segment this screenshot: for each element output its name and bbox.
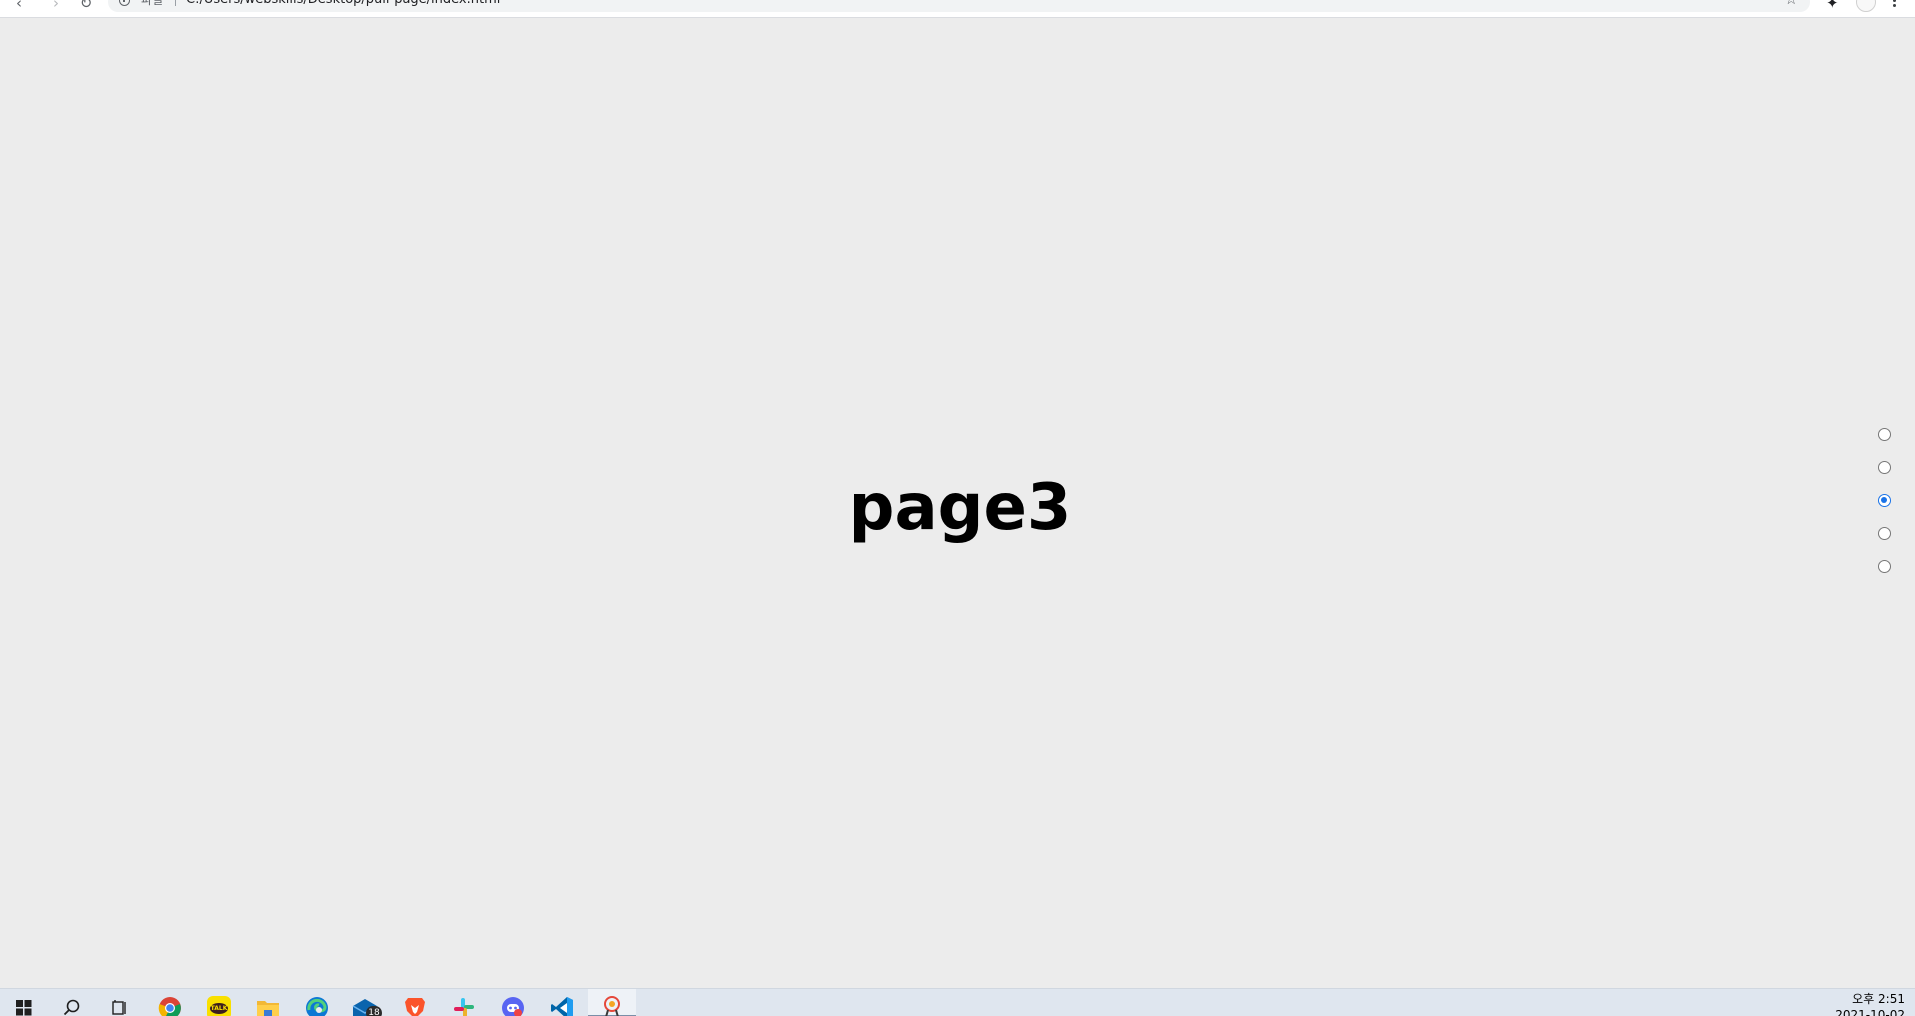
- folder-icon: [257, 1001, 279, 1016]
- slack-icon: [454, 998, 474, 1016]
- extensions-puzzle-icon[interactable]: ✦: [1826, 0, 1839, 11]
- taskbar-app-kakaotalk[interactable]: TALK: [195, 989, 243, 1016]
- taskbar: TALK 18 오후 2:51 2021-10-02: [0, 988, 1915, 1016]
- taskbar-app-mail[interactable]: 18: [342, 989, 390, 1016]
- page-radio-1[interactable]: [1878, 428, 1891, 441]
- windows-logo-icon: [16, 1000, 32, 1016]
- app-icon: [604, 996, 620, 1016]
- taskbar-app-discord[interactable]: [489, 989, 537, 1016]
- reload-button[interactable]: ↻: [75, 0, 97, 12]
- menu-kebab-icon[interactable]: [1893, 0, 1897, 8]
- page-radio-3[interactable]: [1878, 494, 1891, 507]
- taskbar-app-edge[interactable]: [293, 989, 341, 1016]
- taskbar-app-slack[interactable]: [440, 989, 488, 1016]
- arrow-left-icon: ‹: [16, 0, 22, 12]
- clock-date: 2021-10-02: [1835, 1008, 1905, 1016]
- vscode-icon: [551, 997, 573, 1016]
- page-title: page3: [848, 471, 1072, 545]
- task-view-icon: [112, 1000, 126, 1015]
- task-view-button[interactable]: [96, 989, 144, 1016]
- info-icon[interactable]: [119, 0, 130, 6]
- url-text[interactable]: C:/Users/webskills/Desktop/pull-page/ind…: [186, 0, 500, 8]
- forward-button[interactable]: ›: [45, 0, 67, 12]
- mail-badge: 18: [366, 1006, 382, 1016]
- page-radio-2[interactable]: [1878, 461, 1891, 474]
- search-button[interactable]: [48, 989, 96, 1016]
- page-radio-5[interactable]: [1878, 560, 1891, 573]
- page-navigation: [1878, 428, 1895, 593]
- address-separator: [175, 0, 176, 6]
- kakaotalk-label: TALK: [210, 1002, 228, 1014]
- start-button[interactable]: [0, 989, 48, 1016]
- profile-avatar[interactable]: [1856, 0, 1876, 12]
- arrow-right-icon: ›: [53, 0, 59, 12]
- chrome-icon: [158, 997, 181, 1016]
- search-icon: [63, 999, 80, 1016]
- page-radio-4[interactable]: [1878, 527, 1891, 540]
- back-button[interactable]: ‹: [8, 0, 30, 12]
- clock-time: 오후 2:51: [1852, 992, 1905, 1006]
- reload-icon: ↻: [79, 0, 93, 12]
- screen: ‹ › ↻ 파일 C:/Users/webskills/Desktop/pull…: [0, 0, 1915, 1016]
- system-clock[interactable]: 오후 2:51 2021-10-02: [1835, 991, 1905, 1016]
- bookmark-star-icon[interactable]: ☆: [1785, 0, 1798, 7]
- discord-icon: [502, 997, 524, 1016]
- kakaotalk-icon: TALK: [207, 996, 231, 1016]
- browser-toolbar: ‹ › ↻ 파일 C:/Users/webskills/Desktop/pull…: [0, 0, 1915, 18]
- mail-icon: 18: [352, 996, 382, 1016]
- security-label: 파일: [141, 0, 164, 7]
- taskbar-app-brave[interactable]: [391, 989, 439, 1016]
- edge-icon: [306, 997, 328, 1016]
- taskbar-app-file-explorer[interactable]: [244, 989, 292, 1016]
- taskbar-app-active[interactable]: [588, 989, 636, 1016]
- brave-icon: [405, 998, 425, 1016]
- taskbar-app-chrome[interactable]: [146, 989, 194, 1016]
- taskbar-app-vscode[interactable]: [538, 989, 586, 1016]
- address-bar[interactable]: 파일 C:/Users/webskills/Desktop/pull-page/…: [108, 0, 1810, 12]
